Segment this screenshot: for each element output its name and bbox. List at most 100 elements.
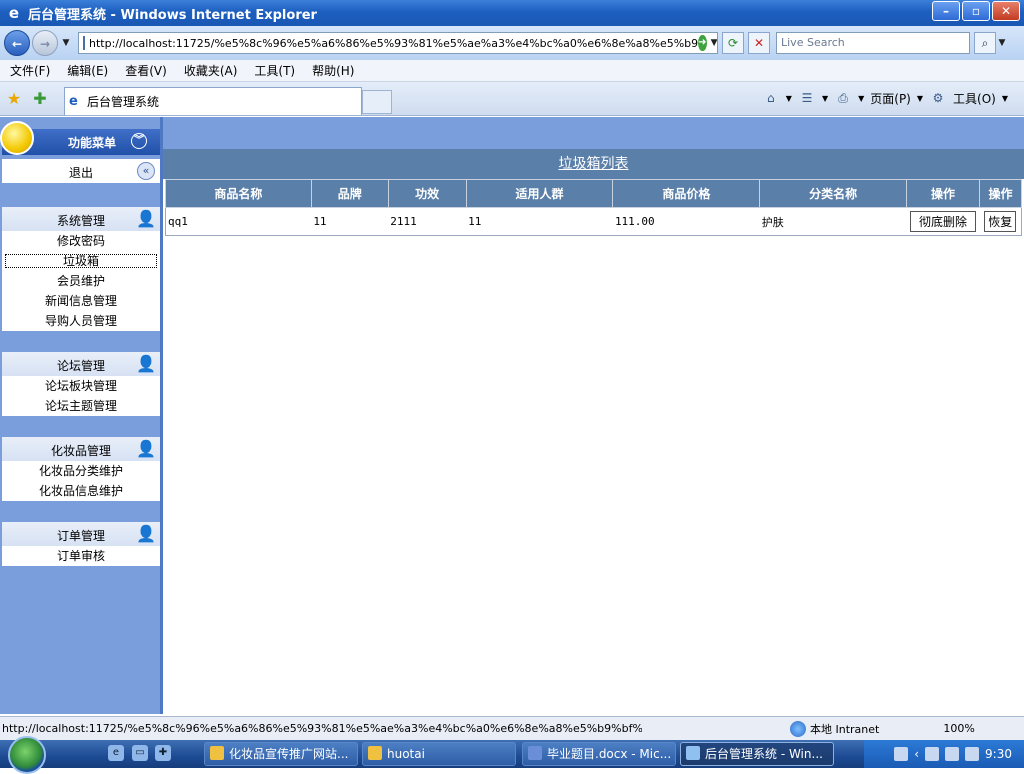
group-header-orders[interactable]: 订单管理 👤 xyxy=(2,522,160,546)
ie-quicklaunch-icon[interactable]: e xyxy=(108,745,124,761)
forward-button[interactable]: → xyxy=(32,30,58,56)
search-button[interactable]: ⌕ xyxy=(974,32,996,54)
chevron-down-icon[interactable]: ︾ xyxy=(131,133,147,149)
logout-row[interactable]: 退出 « xyxy=(2,159,160,183)
trash-table: 商品名称 品牌 功效 适用人群 商品价格 分类名称 操作 操作 qq1 11 2… xyxy=(165,179,1023,236)
address-text[interactable]: http://localhost:11725/%e5%8c%96%e5%a6%8… xyxy=(89,37,698,50)
feeds-icon[interactable]: ☰ xyxy=(798,89,816,107)
stop-button[interactable]: ✕ xyxy=(748,32,770,54)
show-desktop-icon[interactable]: ▭ xyxy=(132,745,148,761)
page-dropdown-icon[interactable]: ▼ xyxy=(917,94,923,103)
sidebar-item-cosmetic-info[interactable]: 化妆品信息维护 xyxy=(2,481,160,501)
user-icon: 👤 xyxy=(136,524,156,543)
minimize-button[interactable]: – xyxy=(932,1,960,21)
network-icon[interactable] xyxy=(925,747,940,761)
shield-icon[interactable] xyxy=(965,747,980,761)
group-forum: 论坛管理 👤 论坛板块管理 论坛主题管理 xyxy=(2,352,160,416)
menu-edit[interactable]: 编辑(E) xyxy=(67,62,108,79)
col-effect: 功效 xyxy=(387,179,467,208)
quicklaunch-icon[interactable]: ✚ xyxy=(155,745,171,761)
task-cosmetics-site[interactable]: 化妆品宣传推广网站... xyxy=(204,742,358,766)
sidebar-item-order-review[interactable]: 订单审核 xyxy=(2,546,160,566)
menu-favorites[interactable]: 收藏夹(A) xyxy=(184,62,238,79)
ie-icon xyxy=(686,746,700,760)
keyboard-icon[interactable] xyxy=(894,747,909,761)
status-bar: http://localhost:11725/%e5%8c%96%e5%a6%8… xyxy=(0,716,1024,740)
search-input[interactable]: Live Search xyxy=(776,32,970,54)
print-dropdown-icon[interactable]: ▼ xyxy=(858,94,864,103)
tab-backend[interactable]: e 后台管理系统 xyxy=(64,87,362,115)
group-header-system[interactable]: 系统管理 👤 xyxy=(2,207,160,231)
tab-title: 后台管理系统 xyxy=(87,95,160,109)
home-icon[interactable]: ⌂ xyxy=(762,89,780,107)
maximize-button[interactable]: ▫ xyxy=(962,1,990,21)
logout-link[interactable]: 退出 xyxy=(69,164,93,181)
address-bar[interactable]: http://localhost:11725/%e5%8c%96%e5%a6%8… xyxy=(78,32,718,54)
home-dropdown-icon[interactable]: ▼ xyxy=(786,94,792,103)
refresh-button[interactable]: ⟳ xyxy=(722,32,744,54)
sidebar-item-forum-boards[interactable]: 论坛板块管理 xyxy=(2,376,160,396)
col-action-restore: 操作 xyxy=(978,179,1023,208)
delete-permanently-button[interactable]: 彻底删除 xyxy=(910,211,977,232)
app-icon xyxy=(210,746,224,760)
group-header-forum[interactable]: 论坛管理 👤 xyxy=(2,352,160,376)
task-label: 后台管理系统 - Win... xyxy=(705,747,823,761)
window-titlebar: e 后台管理系统 - Windows Internet Explorer – ▫… xyxy=(0,0,1024,26)
zone-indicator[interactable]: 本地 Intranet xyxy=(790,720,879,737)
menu-help[interactable]: 帮助(H) xyxy=(312,62,354,79)
list-title-link[interactable]: 垃圾箱列表 xyxy=(559,156,629,172)
menu-view[interactable]: 查看(V) xyxy=(125,62,167,79)
page-menu[interactable]: 页面(P) xyxy=(870,90,911,107)
history-dropdown-icon[interactable]: ▼ xyxy=(60,38,72,48)
cell-delete: 彻底删除 xyxy=(906,207,980,236)
go-icon[interactable]: ➜ xyxy=(698,35,707,51)
print-icon[interactable]: ⎙ xyxy=(834,89,852,107)
add-favorite-icon[interactable]: ✚ xyxy=(32,90,48,107)
sidebar-item-forum-topics[interactable]: 论坛主题管理 xyxy=(2,396,160,416)
menu-bar: 文件(F) 编辑(E) 查看(V) 收藏夹(A) 工具(T) 帮助(H) xyxy=(0,60,1024,82)
tools-dropdown-icon[interactable]: ▼ xyxy=(1002,94,1008,103)
ie-icon: e xyxy=(69,93,78,109)
favorites-star-icon[interactable]: ★ xyxy=(6,90,22,107)
task-word-doc[interactable]: 毕业题目.docx - Mic... xyxy=(522,742,676,766)
col-category: 分类名称 xyxy=(759,179,908,208)
cell-category: 护肤 xyxy=(759,207,907,236)
page-icon xyxy=(83,36,85,50)
sidebar-item-cosmetic-categories[interactable]: 化妆品分类维护 xyxy=(2,461,160,481)
task-huotai-folder[interactable]: huotai xyxy=(362,742,516,766)
cell-audience: 11 xyxy=(466,207,613,236)
collapse-icon[interactable]: « xyxy=(137,162,155,180)
close-button[interactable]: ✕ xyxy=(992,1,1020,21)
zoom-level[interactable]: 100% xyxy=(943,722,974,735)
clock[interactable]: 9:30 xyxy=(985,747,1012,761)
volume-icon[interactable] xyxy=(945,747,960,761)
menu-file[interactable]: 文件(F) xyxy=(10,62,50,79)
tools-menu[interactable]: 工具(O) xyxy=(953,90,996,107)
tray-expand-icon[interactable]: ‹ xyxy=(914,747,919,761)
cell-price: 111.00 xyxy=(612,207,760,236)
logo-icon xyxy=(0,121,34,155)
sidebar-item-trash[interactable]: 垃圾箱 xyxy=(2,251,160,271)
search-options-icon[interactable]: ▼ xyxy=(996,38,1008,48)
start-button[interactable] xyxy=(8,736,46,774)
restore-button[interactable]: 恢复 xyxy=(984,211,1017,232)
globe-icon xyxy=(790,720,806,737)
menu-tools[interactable]: 工具(T) xyxy=(254,62,295,79)
task-label: 毕业题目.docx - Mic... xyxy=(547,747,672,761)
sidebar-item-members[interactable]: 会员维护 xyxy=(2,271,160,291)
address-dropdown-icon[interactable]: ▼ xyxy=(711,38,717,48)
feeds-dropdown-icon[interactable]: ▼ xyxy=(822,94,828,103)
col-brand: 品牌 xyxy=(310,179,389,208)
taskbar: e ▭ ✚ 化妆品宣传推广网站... huotai 毕业题目.docx - Mi… xyxy=(0,736,1024,774)
cell-effect: 2111 xyxy=(388,207,467,236)
sidebar-item-guides[interactable]: 导购人员管理 xyxy=(2,311,160,331)
sidebar-title: 功能菜单 xyxy=(68,136,117,150)
back-button[interactable]: ← xyxy=(4,30,30,56)
task-ie-backend[interactable]: 后台管理系统 - Win... xyxy=(680,742,834,766)
sidebar-item-change-password[interactable]: 修改密码 xyxy=(2,231,160,251)
window-controls: – ▫ ✕ xyxy=(932,1,1020,21)
sidebar-item-news[interactable]: 新闻信息管理 xyxy=(2,291,160,311)
gear-icon[interactable]: ⚙ xyxy=(929,89,947,107)
new-tab-button[interactable] xyxy=(362,90,392,114)
group-header-cosmetics[interactable]: 化妆品管理 👤 xyxy=(2,437,160,461)
